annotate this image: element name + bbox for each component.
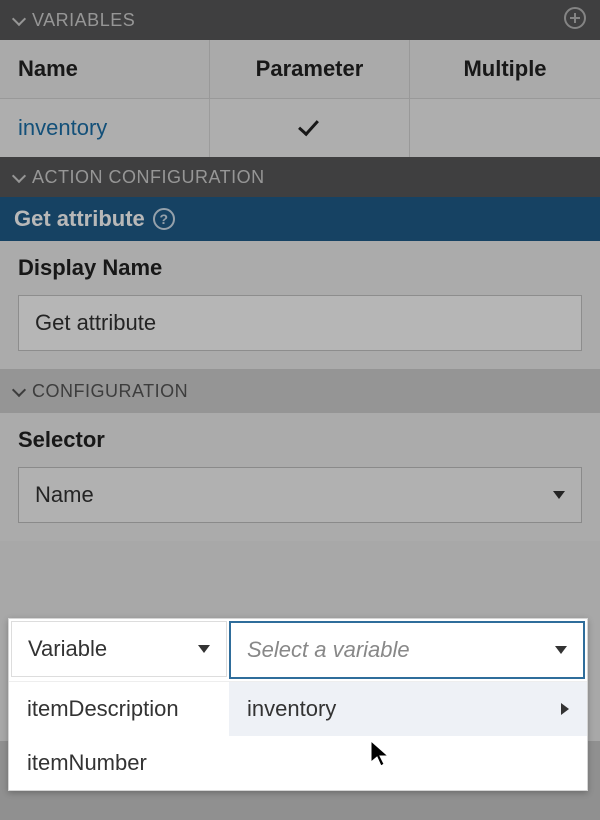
option-label: itemNumber — [27, 750, 147, 776]
value-type-label: Variable — [28, 636, 107, 662]
display-name-input[interactable] — [18, 295, 582, 351]
variables-section-header[interactable]: VARIABLES — [0, 0, 600, 40]
value-type-dropdown[interactable]: Variable — [11, 621, 227, 677]
variable-name-cell[interactable]: inventory — [0, 99, 210, 157]
configuration-section-header[interactable]: CONFIGURATION — [0, 369, 600, 413]
selector-block: Selector Name — [0, 413, 600, 541]
list-item[interactable]: inventory — [229, 682, 587, 736]
variable-picker-popup: Variable Select a variable itemDescripti… — [8, 618, 588, 791]
variable-select-dropdown[interactable]: Select a variable — [229, 621, 585, 679]
selector-value: Name — [35, 482, 94, 508]
variable-select-placeholder: Select a variable — [247, 637, 410, 663]
chevron-down-icon — [12, 168, 26, 182]
configuration-title: CONFIGURATION — [32, 381, 586, 402]
action-name: Get attribute — [14, 206, 145, 232]
action-name-bar: Get attribute ? — [0, 197, 600, 241]
action-config-title: ACTION CONFIGURATION — [32, 167, 586, 188]
variables-table: Name Parameter Multiple inventory — [0, 40, 600, 157]
list-item[interactable]: itemNumber — [9, 736, 229, 790]
chevron-right-icon — [561, 703, 569, 715]
column-header-parameter: Parameter — [210, 40, 410, 98]
mouse-cursor-icon — [370, 740, 390, 768]
selector-dropdown[interactable]: Name — [18, 467, 582, 523]
selector-label: Selector — [18, 427, 582, 453]
display-name-block: Display Name — [0, 241, 600, 369]
display-name-label: Display Name — [18, 255, 582, 281]
attribute-options-list: itemDescription itemNumber — [9, 682, 229, 790]
variable-options-list: inventory — [229, 682, 587, 736]
variable-parameter-cell — [210, 99, 410, 157]
list-item[interactable]: itemDescription — [9, 682, 229, 736]
action-config-section-header[interactable]: ACTION CONFIGURATION — [0, 157, 600, 197]
chevron-down-icon — [555, 646, 567, 654]
variables-table-header: Name Parameter Multiple — [0, 40, 600, 99]
column-header-multiple: Multiple — [410, 40, 600, 98]
chevron-down-icon — [12, 11, 26, 25]
chevron-down-icon — [198, 645, 210, 653]
add-variable-button[interactable] — [564, 7, 586, 34]
chevron-down-icon — [553, 491, 565, 499]
column-header-name: Name — [0, 40, 210, 98]
chevron-down-icon — [12, 382, 26, 396]
option-label: inventory — [247, 696, 336, 722]
variable-multiple-cell — [410, 99, 600, 157]
option-label: itemDescription — [27, 696, 179, 722]
help-icon[interactable]: ? — [153, 208, 175, 230]
variables-title: VARIABLES — [32, 10, 556, 31]
checkmark-icon — [296, 117, 324, 135]
table-row[interactable]: inventory — [0, 99, 600, 157]
